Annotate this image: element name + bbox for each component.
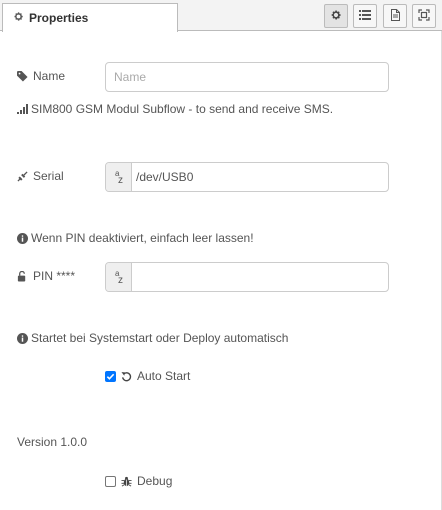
version-label: Version 1.0.0 <box>17 435 88 449</box>
appearance-button[interactable] <box>383 4 407 28</box>
autostart-option[interactable]: Auto Start <box>105 369 190 383</box>
serial-input[interactable] <box>132 163 388 191</box>
autostart-hint-text: Startet bei Systemstart oder Deploy auto… <box>31 331 289 345</box>
document-icon <box>390 8 401 24</box>
autostart-hint: Startet bei Systemstart oder Deploy auto… <box>17 331 288 345</box>
settings-icon <box>330 9 342 24</box>
serial-label: Serial <box>17 169 64 183</box>
plug-icon <box>17 170 31 182</box>
autostart-label: Auto Start <box>137 369 191 383</box>
expand-icon <box>418 8 430 24</box>
name-label-text: Name <box>33 69 66 83</box>
pin-typed-input: az <box>105 262 389 292</box>
undo-icon <box>121 371 132 382</box>
gear-icon <box>13 11 24 25</box>
subflow-description-text: SIM800 GSM Modul Subflow - to send and r… <box>31 102 334 116</box>
tab-properties-label: Properties <box>29 11 89 25</box>
subflow-description: SIM800 GSM Modul Subflow - to send and r… <box>17 102 333 116</box>
pin-label: PIN **** <box>17 269 75 283</box>
pin-label-text: PIN **** <box>33 269 76 283</box>
version-text: Version 1.0.0 <box>17 435 87 449</box>
debug-checkbox[interactable] <box>105 475 116 487</box>
info-icon <box>17 232 28 244</box>
pin-type-selector[interactable]: az <box>106 263 132 291</box>
info-icon <box>17 332 28 344</box>
serial-label-text: Serial <box>33 169 64 183</box>
serial-type-selector[interactable]: az <box>106 163 132 191</box>
pin-hint-text: Wenn PIN deaktiviert, einfach leer lasse… <box>31 231 254 245</box>
settings-button[interactable] <box>324 4 348 28</box>
signal-bars-icon <box>17 104 28 114</box>
name-label: Name <box>17 69 65 83</box>
debug-option[interactable]: Debug <box>105 474 172 488</box>
bug-icon <box>121 476 132 487</box>
tab-bar: Properties <box>0 0 442 32</box>
tag-icon <box>17 70 31 82</box>
description-button[interactable] <box>353 4 377 28</box>
unlock-icon <box>17 270 31 282</box>
name-input[interactable] <box>105 62 389 92</box>
autostart-checkbox[interactable] <box>105 370 116 382</box>
debug-label: Debug <box>137 474 173 488</box>
pin-hint: Wenn PIN deaktiviert, einfach leer lasse… <box>17 231 254 245</box>
expand-button[interactable] <box>412 4 436 28</box>
pin-input[interactable] <box>132 263 388 291</box>
list-icon <box>359 9 371 24</box>
serial-typed-input: az <box>105 162 389 192</box>
tab-properties[interactable]: Properties <box>2 3 178 32</box>
